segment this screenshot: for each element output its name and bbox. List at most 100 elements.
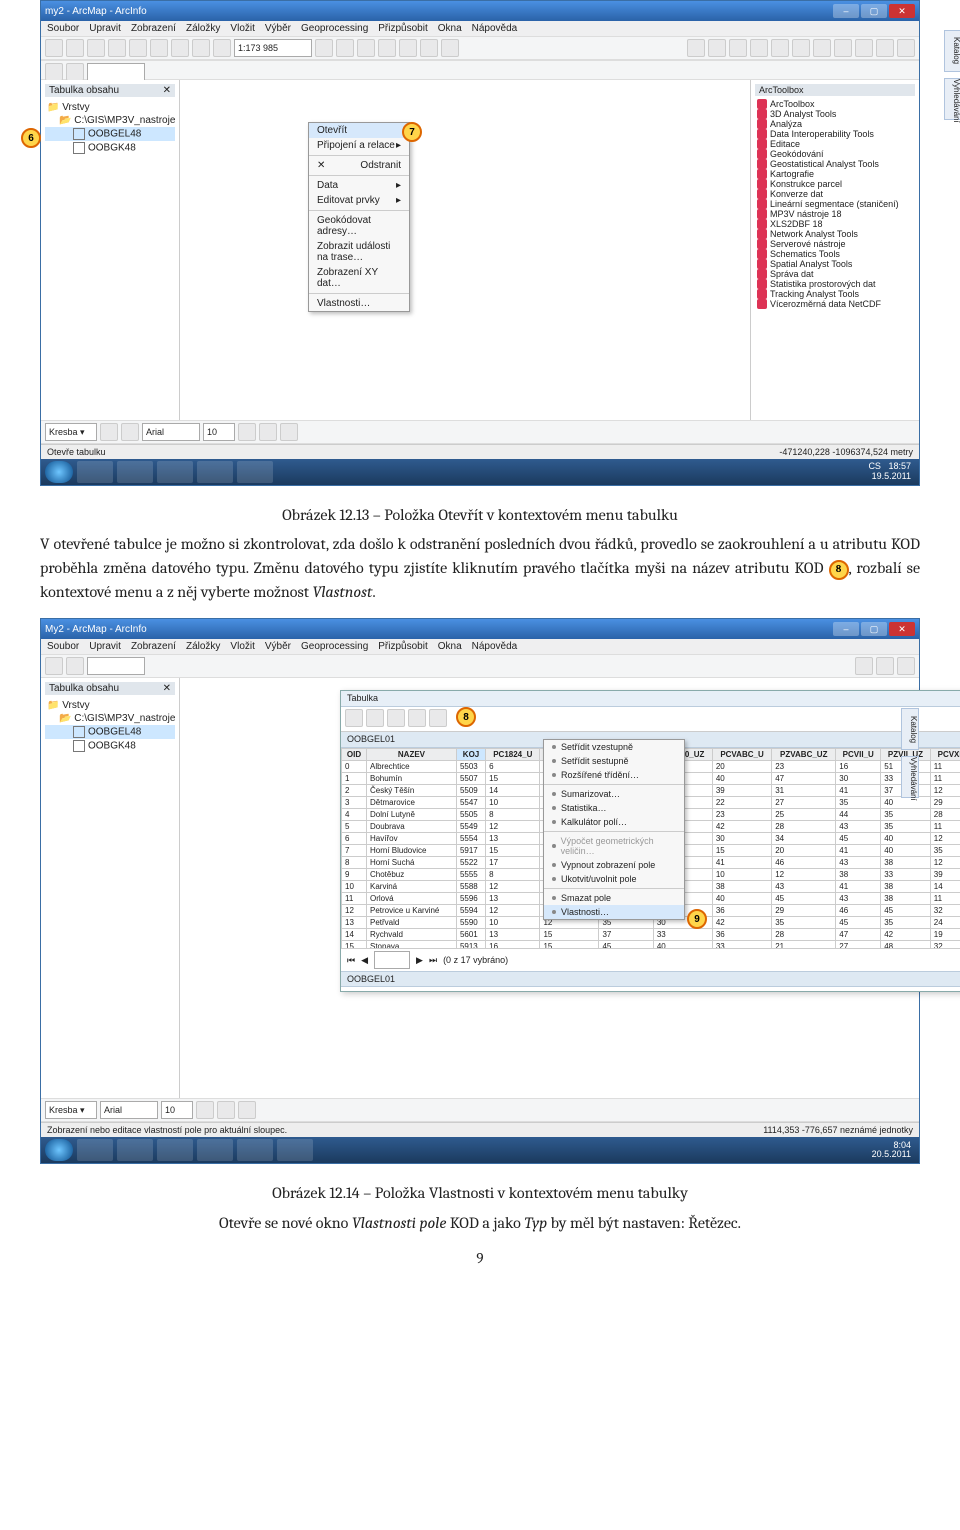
font-field[interactable]: Arial <box>142 423 200 441</box>
ctx-geocode[interactable]: Geokódovat adresy… <box>309 213 409 239</box>
field-ctx-item[interactable]: Sumarizovat… <box>544 787 684 801</box>
taskbar-app[interactable] <box>157 461 193 483</box>
menu-item[interactable]: Výběr <box>265 23 291 34</box>
toc-layer[interactable]: OOBGK48 <box>45 141 175 155</box>
column-header[interactable]: KOJ <box>456 749 485 761</box>
menu-item[interactable]: Výběr <box>265 641 291 652</box>
toolbox-item[interactable]: Serverové nástroje <box>755 239 915 249</box>
taskbar-app[interactable] <box>77 461 113 483</box>
menu-item[interactable]: Soubor <box>47 23 79 34</box>
toolbox-item[interactable]: Správa dat <box>755 269 915 279</box>
undo-icon[interactable] <box>192 39 210 57</box>
field-ctx-item[interactable]: Statistika… <box>544 801 684 815</box>
redo-icon[interactable] <box>213 39 231 57</box>
toolbox-item[interactable]: Network Analyst Tools <box>755 229 915 239</box>
vertical-tab-search[interactable]: Vyhledávání <box>901 756 919 798</box>
start-button[interactable] <box>45 461 73 483</box>
toolbox-item[interactable]: Statistika prostorových dat <box>755 279 915 289</box>
taskbar-app[interactable] <box>237 1139 273 1161</box>
print-icon[interactable] <box>108 39 126 57</box>
close-button[interactable]: ✕ <box>889 4 915 18</box>
taskbar-app[interactable] <box>117 461 153 483</box>
menu-item[interactable]: Upravit <box>89 23 121 34</box>
toolbox-item[interactable]: Kartografie <box>755 169 915 179</box>
toolbox-item[interactable]: Tracking Analyst Tools <box>755 289 915 299</box>
column-header[interactable]: PCVII_U <box>836 749 881 761</box>
map-canvas[interactable]: Otevřít Připojení a relace▸ ✕ Odstranit … <box>180 80 750 420</box>
column-header[interactable]: OID <box>342 749 367 761</box>
layer-icon[interactable] <box>45 63 63 81</box>
field-context-menu[interactable]: Setřídit vzestupněSetřídit sestupněRozší… <box>543 739 685 920</box>
taskbar-app[interactable] <box>197 1139 233 1161</box>
vertical-tab-catalog[interactable]: Katalog <box>901 708 919 750</box>
menu-item[interactable]: Záložky <box>186 23 220 34</box>
zoom-in-icon[interactable] <box>855 657 873 675</box>
ctx-remove[interactable]: ✕ Odstranit <box>309 158 409 173</box>
titlebar[interactable]: My2 - ArcMap - ArcInfo – ▢ ✕ <box>41 619 919 639</box>
maximize-button[interactable]: ▢ <box>861 4 887 18</box>
next-icon[interactable]: ▶ <box>416 955 423 966</box>
second-toolbar[interactable] <box>41 60 919 80</box>
column-header[interactable]: PCVABC_U <box>712 749 771 761</box>
column-header[interactable]: PZVABC_UZ <box>772 749 836 761</box>
italic-icon[interactable] <box>217 1101 235 1119</box>
ctx-route[interactable]: Zobrazit události na trase… <box>309 239 409 265</box>
bold-icon[interactable] <box>238 423 256 441</box>
table-tab[interactable]: OOBGEL01 <box>347 734 395 745</box>
first-icon[interactable]: ⏮ <box>347 955 355 966</box>
titlebar[interactable]: my2 - ArcMap - ArcInfo – ▢ ✕ <box>41 1 919 21</box>
ctx-xy[interactable]: Zobrazení XY dat… <box>309 265 409 291</box>
standard-toolbar[interactable]: 1:173 985 <box>41 36 919 60</box>
prev-icon[interactable]: ◀ <box>361 955 368 966</box>
menu-item[interactable]: Přizpůsobit <box>378 23 427 34</box>
related-icon[interactable] <box>366 709 384 727</box>
table-opts-icon[interactable] <box>345 709 363 727</box>
fontsize-field[interactable]: 10 <box>203 423 235 441</box>
draw-rect-icon[interactable] <box>100 423 118 441</box>
column-header[interactable]: NAZEV <box>367 749 457 761</box>
draw-label[interactable]: Kresba ▾ <box>45 1101 97 1119</box>
select-icon[interactable] <box>813 39 831 57</box>
pan-icon[interactable] <box>897 657 915 675</box>
select-sel-icon[interactable] <box>387 709 405 727</box>
bottom-tab[interactable]: OOBGEL01 <box>347 974 395 984</box>
zoom-out-icon[interactable] <box>708 39 726 57</box>
field-ctx-item[interactable]: Vlastnosti… <box>544 905 684 919</box>
measure-icon[interactable] <box>876 39 894 57</box>
search-icon[interactable] <box>420 39 438 57</box>
toc-folder[interactable]: 📂 C:\GIS\MP3V_nastroje_18\Te <box>45 712 175 725</box>
tray-clock[interactable]: 8:04 20.5.2011 <box>872 1141 915 1161</box>
menu-item[interactable]: Nápověda <box>472 23 518 34</box>
toolbox-item[interactable]: Konstrukce parcel <box>755 179 915 189</box>
toolbox-icon[interactable] <box>336 39 354 57</box>
catalog-icon[interactable] <box>399 39 417 57</box>
close-button[interactable]: ✕ <box>889 622 915 636</box>
toc-layer[interactable]: OOBGK48 <box>45 739 175 753</box>
italic-icon[interactable] <box>259 423 277 441</box>
pin-icon[interactable]: ✕ <box>163 85 171 96</box>
menu-item[interactable]: Přizpůsobit <box>378 641 427 652</box>
font-field[interactable]: Arial <box>100 1101 158 1119</box>
menu-item[interactable]: Záložky <box>186 641 220 652</box>
windows-taskbar[interactable]: 8:04 20.5.2011 <box>41 1137 919 1163</box>
menu-item[interactable]: Okna <box>438 23 462 34</box>
pin-icon[interactable]: ✕ <box>163 683 171 694</box>
standard-toolbar[interactable] <box>41 654 919 678</box>
zoom-in-icon[interactable] <box>687 39 705 57</box>
field-ctx-item[interactable]: Ukotvit/uvolnit pole <box>544 872 684 886</box>
toolbox-item[interactable]: Lineární segmentace (staničení) <box>755 199 915 209</box>
windows-taskbar[interactable]: CS 18:57 19.5.2011 <box>41 459 919 485</box>
cut-icon[interactable] <box>129 39 147 57</box>
scale-field[interactable]: 1:173 985 <box>234 39 312 57</box>
map-canvas[interactable]: Tabulka✕ 8 OOBGEL01✕ OIDNAZEVKOJPC1824_U… <box>180 678 919 1098</box>
table-row[interactable]: 14Rychvald5601131537333628474219 <box>342 929 960 941</box>
full-extent-icon[interactable] <box>750 39 768 57</box>
model-icon[interactable] <box>378 39 396 57</box>
toolbox-item[interactable]: Data Interoperability Tools <box>755 129 915 139</box>
zoom-out-icon[interactable] <box>876 657 894 675</box>
table-toolbar[interactable]: 8 <box>341 707 960 732</box>
taskbar-app[interactable] <box>77 1139 113 1161</box>
menu-item[interactable]: Vložit <box>230 23 254 34</box>
record-field[interactable] <box>374 951 410 969</box>
menu-item[interactable]: Nápověda <box>472 641 518 652</box>
